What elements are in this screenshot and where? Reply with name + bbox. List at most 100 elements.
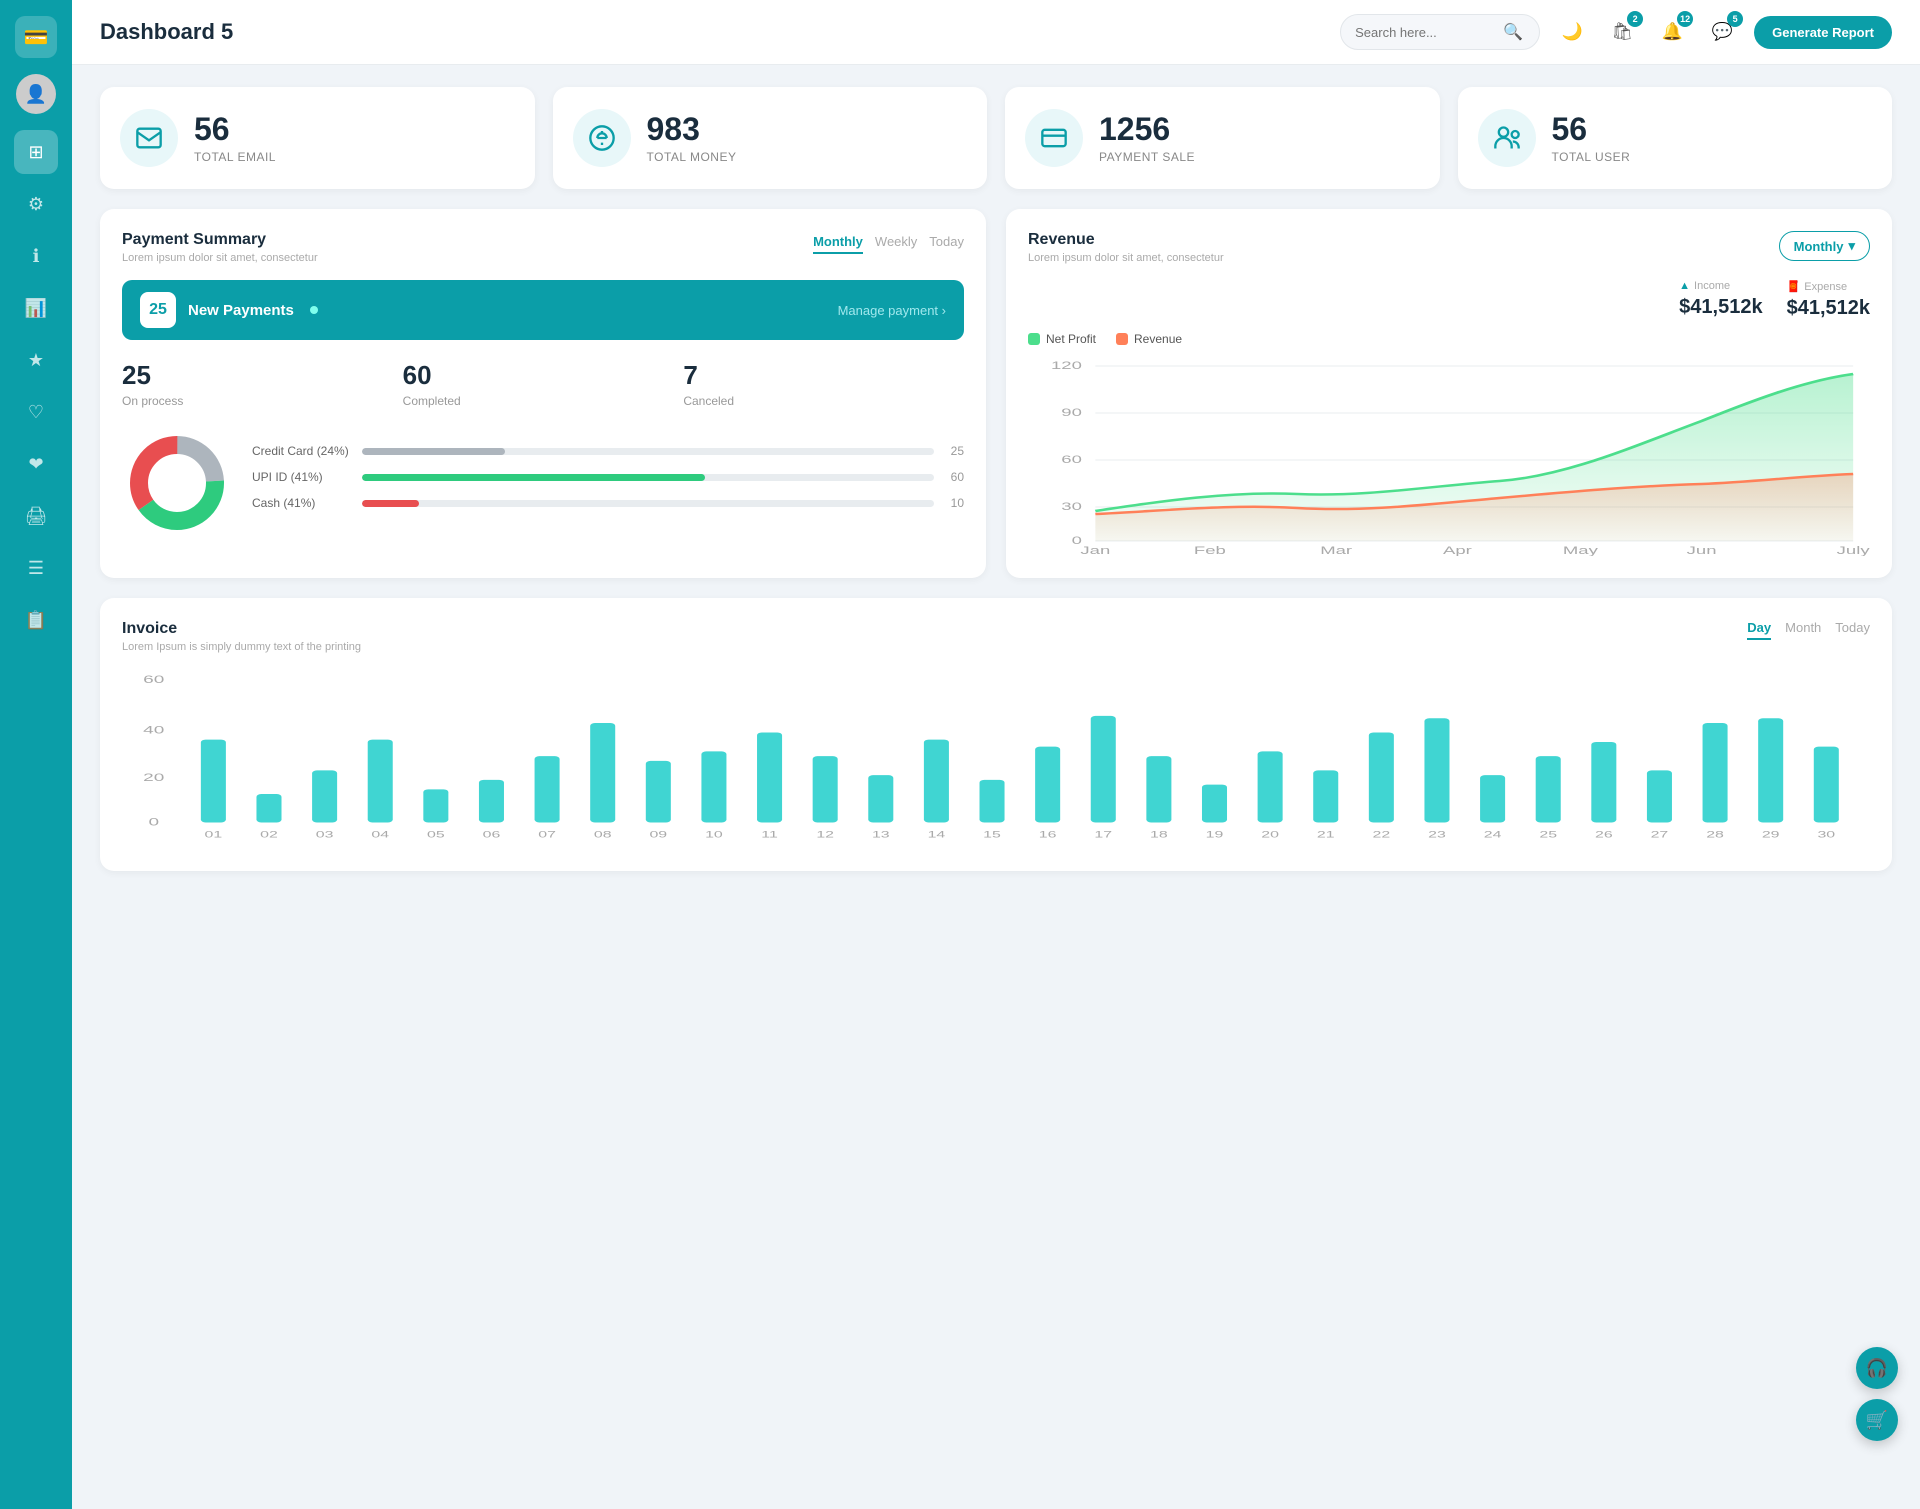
invoice-tab-month[interactable]: Month [1785, 620, 1821, 640]
user-stat-info: 56 TOTAL USER [1552, 112, 1631, 163]
svg-text:25: 25 [1539, 829, 1557, 840]
revenue-label: Revenue [1134, 332, 1182, 346]
expense-label: 🧧 Expense [1787, 280, 1870, 293]
total-email-label: TOTAL EMAIL [194, 150, 276, 164]
sidebar-item-liked[interactable]: ❤ [14, 442, 58, 486]
stats-row: 56 TOTAL EMAIL 983 TOTAL MONEY 1256 [100, 87, 1892, 189]
payment-sale-number: 1256 [1099, 112, 1195, 147]
theme-toggle-button[interactable]: 🌙 [1554, 14, 1590, 50]
stat-card-user: 56 TOTAL USER [1458, 87, 1893, 189]
revenue-header: Revenue Lorem ipsum dolor sit amet, cons… [1028, 231, 1870, 264]
new-payments-count: 25 [140, 292, 176, 328]
email-stat-icon [120, 109, 178, 167]
tab-weekly[interactable]: Weekly [875, 231, 917, 254]
donut-chart [122, 428, 232, 538]
payment-bottom: Credit Card (24%) 25 UPI ID (41%) 60 [122, 428, 964, 538]
tab-monthly[interactable]: Monthly [813, 231, 863, 254]
sidebar-item-print[interactable]: 🖨 [14, 494, 58, 538]
payment-summary-title: Payment Summary [122, 231, 318, 249]
total-user-label: TOTAL USER [1552, 150, 1631, 164]
revenue-dot [1116, 333, 1128, 345]
sidebar-item-docs[interactable]: 📋 [14, 598, 58, 642]
user-avatar[interactable]: 👤 [16, 74, 56, 114]
search-input[interactable] [1355, 25, 1495, 40]
list-icon: ☰ [28, 558, 44, 579]
svg-text:40: 40 [143, 724, 165, 736]
credit-bar-value: 25 [944, 444, 964, 458]
payment-summary-header: Payment Summary Lorem ipsum dolor sit am… [122, 231, 964, 264]
invoice-tab-day[interactable]: Day [1747, 620, 1771, 640]
new-payments-label: New Payments [188, 302, 294, 319]
money-stat-info: 983 TOTAL MONEY [647, 112, 737, 163]
svg-text:May: May [1563, 545, 1598, 556]
svg-text:19: 19 [1206, 829, 1224, 840]
sidebar: 💳 👤 ⊞ ⚙ ℹ 📊 ★ ♡ ❤ 🖨 ☰ 📋 [0, 0, 72, 1509]
mini-stat-canceled: 7 Canceled [683, 360, 964, 408]
svg-text:10: 10 [705, 829, 723, 840]
status-dot [310, 306, 318, 314]
svg-text:09: 09 [649, 829, 667, 840]
svg-text:14: 14 [928, 829, 946, 840]
payment-stats-mini: 25 On process 60 Completed 7 Canceled [122, 360, 964, 408]
search-box[interactable]: 🔍 [1340, 14, 1540, 50]
svg-text:July: July [1837, 545, 1870, 556]
bar-row-cash: Cash (41%) 10 [252, 496, 964, 510]
support-fab[interactable]: 🎧 [1856, 1347, 1898, 1389]
cart-fab[interactable]: 🛒 [1856, 1399, 1898, 1441]
svg-text:07: 07 [538, 829, 556, 840]
sidebar-item-info[interactable]: ℹ [14, 234, 58, 278]
svg-text:Mar: Mar [1320, 545, 1352, 556]
sidebar-item-list[interactable]: ☰ [14, 546, 58, 590]
revenue-monthly-dropdown[interactable]: Monthly ▾ [1779, 231, 1870, 261]
net-profit-dot [1028, 333, 1040, 345]
cart-fab-icon: 🛒 [1866, 1410, 1888, 1431]
svg-text:20: 20 [1261, 829, 1279, 840]
bar-row-credit: Credit Card (24%) 25 [252, 444, 964, 458]
svg-text:22: 22 [1373, 829, 1391, 840]
headphone-icon: 🎧 [1866, 1358, 1888, 1379]
expense-icon: 🧧 [1787, 280, 1801, 293]
payment-summary-subtitle: Lorem ipsum dolor sit amet, consectetur [122, 252, 318, 264]
tab-today[interactable]: Today [929, 231, 964, 254]
svg-text:Jun: Jun [1687, 545, 1717, 556]
dashboard-icon: ⊞ [28, 142, 43, 163]
messages-button[interactable]: 💬 5 [1704, 14, 1740, 50]
revenue-subtitle: Lorem ipsum dolor sit amet, consectetur [1028, 252, 1224, 264]
notifications-button[interactable]: 🔔 12 [1654, 14, 1690, 50]
svg-text:02: 02 [260, 829, 278, 840]
manage-payment-link[interactable]: Manage payment › [838, 303, 946, 318]
search-icon: 🔍 [1503, 22, 1523, 42]
sidebar-logo[interactable]: 💳 [15, 16, 57, 58]
cash-bar-value: 10 [944, 496, 964, 510]
sidebar-item-favorites[interactable]: ♡ [14, 390, 58, 434]
payment-summary-title-group: Payment Summary Lorem ipsum dolor sit am… [122, 231, 318, 264]
cart-button[interactable]: 🛍 2 [1604, 14, 1640, 50]
mid-row: Payment Summary Lorem ipsum dolor sit am… [100, 209, 1892, 578]
sidebar-item-analytics[interactable]: 📊 [14, 286, 58, 330]
sidebar-item-star[interactable]: ★ [14, 338, 58, 382]
user-stat-icon [1478, 109, 1536, 167]
payment-stat-icon [1025, 109, 1083, 167]
new-payments-left: 25 New Payments [140, 292, 318, 328]
mini-stat-completed: 60 Completed [403, 360, 684, 408]
svg-text:15: 15 [983, 829, 1001, 840]
stat-card-email: 56 TOTAL EMAIL [100, 87, 535, 189]
settings-icon: ⚙ [28, 194, 44, 215]
svg-text:60: 60 [143, 674, 165, 686]
invoice-header: Invoice Lorem Ipsum is simply dummy text… [122, 620, 1870, 653]
svg-text:23: 23 [1428, 829, 1446, 840]
invoice-title-group: Invoice Lorem Ipsum is simply dummy text… [122, 620, 361, 653]
svg-text:27: 27 [1651, 829, 1669, 840]
svg-text:13: 13 [872, 829, 890, 840]
generate-report-button[interactable]: Generate Report [1754, 16, 1892, 49]
main-content: Dashboard 5 🔍 🌙 🛍 2 🔔 12 💬 5 Generate Re… [72, 0, 1920, 1509]
sidebar-item-settings[interactable]: ⚙ [14, 182, 58, 226]
moon-icon: 🌙 [1562, 22, 1583, 42]
mini-stat-on-process: 25 On process [122, 360, 403, 408]
revenue-card: Revenue Lorem ipsum dolor sit amet, cons… [1006, 209, 1892, 578]
sidebar-item-dashboard[interactable]: ⊞ [14, 130, 58, 174]
invoice-tab-today[interactable]: Today [1835, 620, 1870, 640]
svg-text:08: 08 [594, 829, 612, 840]
revenue-legend: Net Profit Revenue [1028, 332, 1870, 346]
on-process-number: 25 [122, 360, 403, 391]
